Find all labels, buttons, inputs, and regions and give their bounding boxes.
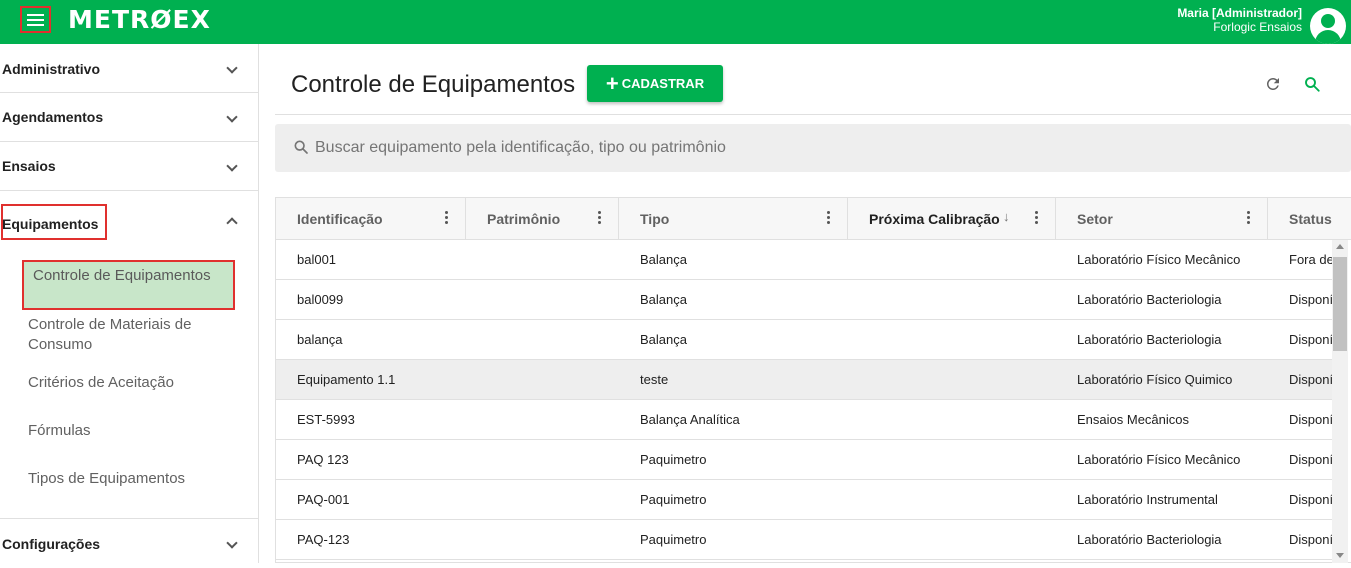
column-header-setor[interactable]: Setor bbox=[1056, 198, 1268, 240]
sidebar-section-label: Administrativo bbox=[2, 61, 101, 77]
hamburger-menu-icon[interactable] bbox=[20, 6, 51, 33]
column-header-identificacao[interactable]: Identificação bbox=[276, 198, 466, 240]
user-avatar-icon[interactable] bbox=[1310, 8, 1346, 44]
sidebar-item-criterios-aceitacao[interactable]: Critérios de Aceitação bbox=[28, 373, 228, 393]
column-menu-icon[interactable] bbox=[1247, 211, 1251, 225]
app-logo: METRØEX bbox=[68, 5, 211, 34]
add-equipment-button[interactable]: + CADASTRAR bbox=[587, 65, 723, 102]
search-icon bbox=[294, 140, 308, 154]
top-app-bar: METRØEX Maria [Administrador] Forlogic E… bbox=[0, 0, 1351, 44]
scrollbar-thumb[interactable] bbox=[1333, 257, 1347, 351]
cell-identificacao: PAQ-123 bbox=[297, 532, 350, 547]
cell-tipo: teste bbox=[640, 372, 669, 387]
highlight-box bbox=[1, 204, 107, 240]
column-menu-icon[interactable] bbox=[598, 211, 602, 225]
cell-status: Fora de bbox=[1289, 252, 1332, 267]
scroll-down-arrow-icon[interactable] bbox=[1336, 553, 1344, 558]
plus-icon: + bbox=[605, 70, 619, 96]
sidebar-section-label: Agendamentos bbox=[2, 109, 104, 125]
table-row[interactable]: bal0099 Balança Laboratório Bacteriologia D… bbox=[276, 280, 1333, 320]
table-row[interactable]: PAQ 123 Paquimetro Laboratório Físico Mecâ… bbox=[276, 440, 1333, 480]
cell-tipo: Paquimetro bbox=[640, 492, 707, 507]
refresh-icon[interactable] bbox=[1264, 75, 1282, 93]
search-bar bbox=[275, 124, 1351, 172]
sidebar-item-tipos-equipamentos[interactable]: Tipos de Equipamentos bbox=[28, 469, 228, 489]
chevron-down-icon bbox=[226, 537, 238, 549]
cell-status: Disponí bbox=[1289, 452, 1332, 467]
cell-status: Disponí bbox=[1289, 412, 1332, 427]
column-header-patrimonio[interactable]: Patrimônio bbox=[466, 198, 619, 240]
cell-tipo: Balança bbox=[640, 332, 687, 347]
table-row[interactable]: bal001 Balança Laboratório Físico Mecânico… bbox=[276, 240, 1333, 280]
cell-status: Disponí bbox=[1289, 372, 1332, 387]
column-menu-icon[interactable] bbox=[445, 211, 449, 225]
sidebar-item-controle-equipamentos[interactable]: Controle de Equipamentos bbox=[22, 260, 235, 310]
page-title: Controle de Equipamentos bbox=[291, 71, 576, 98]
cell-setor: Laboratório Bacteriologia bbox=[1077, 532, 1222, 547]
table-header: Identificação Patrimônio Tipo Próxima Ca… bbox=[276, 198, 1351, 240]
sort-arrow-down-icon: ↓ bbox=[1003, 209, 1010, 224]
sidebar-section-agendamentos[interactable]: Agendamentos bbox=[0, 93, 258, 142]
vertical-scrollbar[interactable] bbox=[1332, 240, 1348, 563]
chevron-up-icon[interactable] bbox=[226, 217, 238, 229]
cell-setor: Ensaios Mecânicos bbox=[1077, 412, 1189, 427]
cell-status: Disponí bbox=[1289, 292, 1332, 307]
sidebar-section-label: Configurações bbox=[2, 536, 101, 552]
cell-status: Disponí bbox=[1289, 332, 1332, 347]
user-info: Maria [Administrador] Forlogic Ensaios bbox=[1177, 6, 1302, 34]
cell-identificacao: PAQ-001 bbox=[297, 492, 350, 507]
scroll-up-arrow-icon[interactable] bbox=[1336, 244, 1344, 249]
add-button-label: CADASTRAR bbox=[621, 76, 705, 91]
user-company: Forlogic Ensaios bbox=[1213, 20, 1302, 34]
cell-setor: Laboratório Bacteriologia bbox=[1077, 332, 1222, 347]
table-row[interactable]: Equipamento 1.1 teste Laboratório Físico Q… bbox=[276, 360, 1333, 400]
sidebar-section-configuracoes[interactable]: Configurações bbox=[0, 519, 258, 568]
search-input[interactable] bbox=[315, 134, 1315, 162]
cell-identificacao: PAQ 123 bbox=[297, 452, 349, 467]
table-row[interactable]: PAQ-001 Paquimetro Laboratório Instrumenta… bbox=[276, 480, 1333, 520]
cell-status: Disponí bbox=[1289, 532, 1332, 547]
cell-setor: Laboratório Instrumental bbox=[1077, 492, 1218, 507]
table-row[interactable]: balança Balança Laboratório Bacteriologia D… bbox=[276, 320, 1333, 360]
sidebar-section-administrativo[interactable]: Administrativo bbox=[0, 44, 258, 93]
cell-identificacao: Equipamento 1.1 bbox=[297, 372, 396, 387]
column-menu-icon[interactable] bbox=[827, 211, 831, 225]
column-header-status[interactable]: Status bbox=[1268, 198, 1351, 240]
cell-setor: Laboratório Bacteriologia bbox=[1077, 292, 1222, 307]
cell-identificacao: bal001 bbox=[297, 252, 337, 267]
table-row[interactable]: EST-5993 Balança Analítica Ensaios Mecânic… bbox=[276, 400, 1333, 440]
column-menu-icon[interactable] bbox=[1035, 211, 1039, 225]
cell-tipo: Balança bbox=[640, 292, 687, 307]
chevron-down-icon bbox=[226, 160, 238, 172]
chevron-down-icon bbox=[226, 111, 238, 123]
cell-tipo: Paquimetro bbox=[640, 452, 707, 467]
cell-setor: Laboratório Físico Mecânico bbox=[1077, 252, 1241, 267]
column-header-proxima-calibracao[interactable]: Próxima Calibração ↓ bbox=[848, 198, 1056, 240]
sidebar-section-ensaios[interactable]: Ensaios bbox=[0, 142, 258, 191]
sidebar-item-formulas[interactable]: Fórmulas bbox=[28, 421, 228, 441]
user-name: Maria [Administrador] bbox=[1177, 6, 1302, 20]
cell-tipo: Paquimetro bbox=[640, 532, 707, 547]
chevron-down-icon bbox=[226, 62, 238, 74]
sidebar: Administrativo Agendamentos Ensaios Equi… bbox=[0, 44, 259, 563]
search-icon[interactable] bbox=[1303, 75, 1321, 93]
cell-status: Disponí bbox=[1289, 492, 1332, 507]
cell-setor: Laboratório Físico Mecânico bbox=[1077, 452, 1241, 467]
cell-identificacao: EST-5993 bbox=[297, 412, 355, 427]
equipment-table: Identificação Patrimônio Tipo Próxima Ca… bbox=[275, 197, 1351, 563]
cell-identificacao: balança bbox=[297, 332, 343, 347]
cell-identificacao: bal0099 bbox=[297, 292, 344, 307]
column-header-tipo[interactable]: Tipo bbox=[619, 198, 848, 240]
sidebar-item-controle-materiais[interactable]: Controle de Materiais de Consumo bbox=[28, 315, 228, 355]
sidebar-section-label: Ensaios bbox=[2, 158, 56, 174]
header-divider bbox=[275, 114, 1351, 115]
cell-tipo: Balança Analítica bbox=[640, 412, 740, 427]
cell-tipo: Balança bbox=[640, 252, 687, 267]
cell-setor: Laboratório Físico Quimico bbox=[1077, 372, 1233, 387]
table-row[interactable]: PAQ-123 Paquimetro Laboratório Bacteriolog… bbox=[276, 520, 1333, 560]
